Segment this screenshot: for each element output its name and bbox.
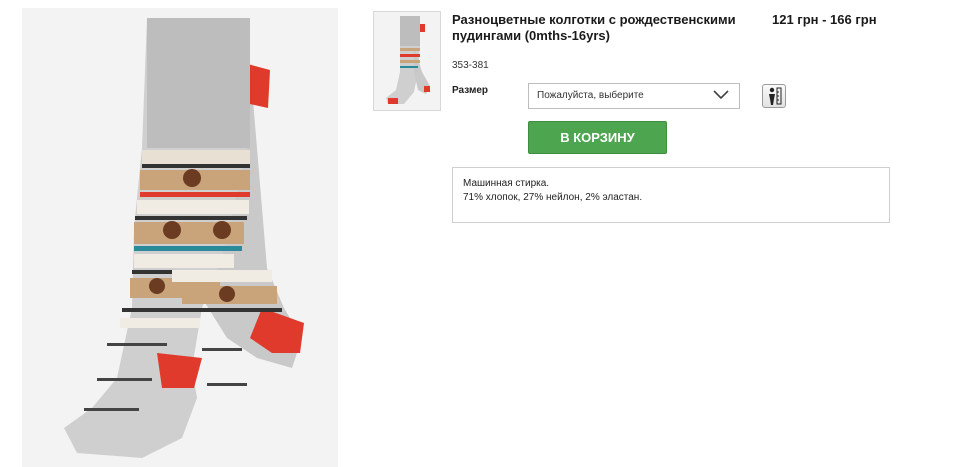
size-guide-button[interactable] bbox=[762, 84, 786, 108]
product-thumbnail[interactable] bbox=[373, 11, 441, 111]
product-sku: 353-381 bbox=[452, 60, 489, 71]
care-instructions: Машинная стирка. bbox=[463, 178, 550, 189]
product-description: Машинная стирка. 71% хлопок, 27% нейлон,… bbox=[452, 167, 890, 223]
tights-illustration bbox=[64, 18, 304, 458]
add-to-bag-button[interactable]: В КОРЗИНУ bbox=[528, 121, 667, 154]
product-main-image[interactable] bbox=[22, 8, 338, 467]
size-select[interactable]: Пожалуйста, выберите bbox=[528, 83, 740, 109]
chevron-down-icon bbox=[713, 90, 729, 100]
product-price: 121 грн - 166 грн bbox=[772, 12, 877, 27]
size-label: Размер bbox=[452, 85, 489, 96]
tights-thumbnail-illustration bbox=[386, 16, 430, 104]
size-select-value: Пожалуйста, выберите bbox=[537, 90, 644, 101]
size-guide-icon bbox=[769, 87, 782, 105]
product-title: Разноцветные колготки с рождественскими … bbox=[452, 12, 736, 43]
fabric-composition: 71% хлопок, 27% нейлон, 2% эластан. bbox=[463, 192, 643, 203]
